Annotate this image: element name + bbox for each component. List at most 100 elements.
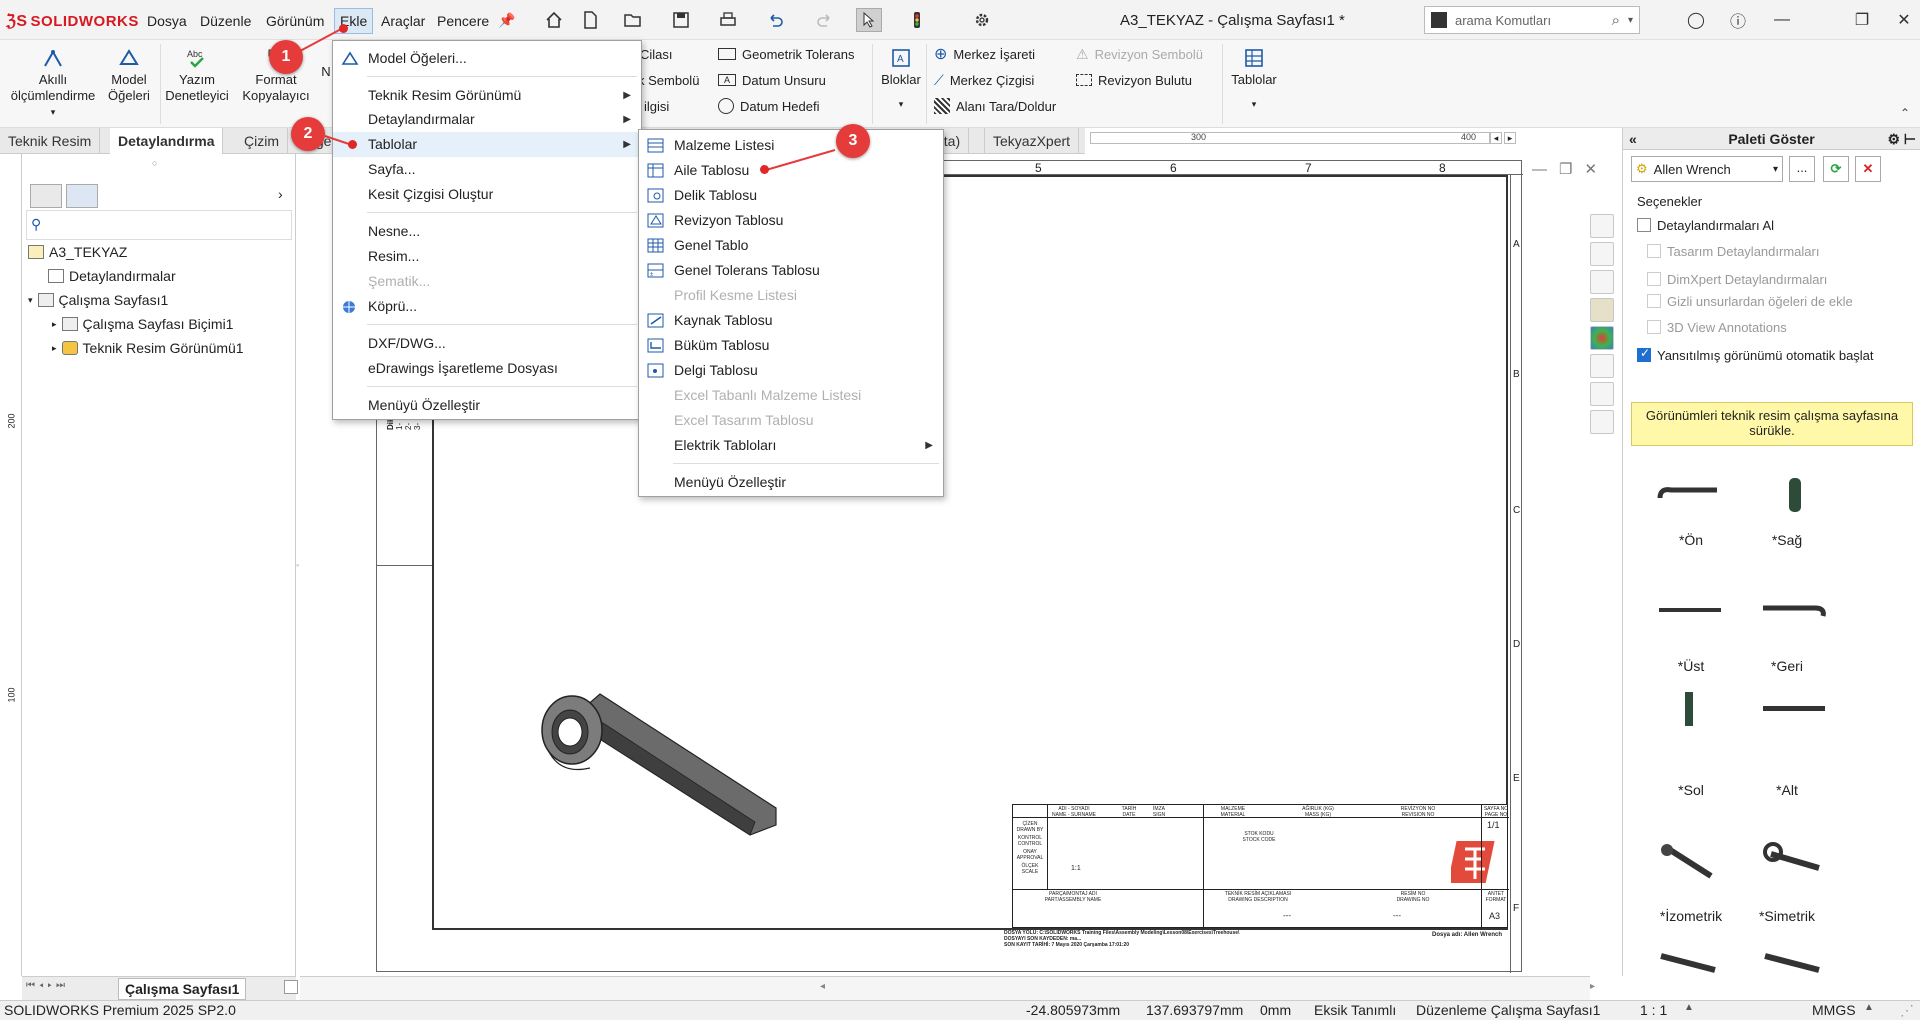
import-annotations-checkbox[interactable]: Detaylandırmaları Al (1637, 214, 1774, 236)
menu-item-excel-design-table[interactable]: Excel Tasarım Tablosu (639, 408, 943, 433)
surface-finish-button[interactable]: Cilası (640, 44, 673, 64)
close-view-icon[interactable]: ✕ (1584, 161, 1609, 178)
scroll-right-icon[interactable]: ▸ (1590, 981, 1595, 992)
menu-item-sheet[interactable]: Sayfa... (333, 157, 641, 182)
menu-item-general-tolerance-table[interactable]: ± Genel Tolerans Tablosu (639, 258, 943, 283)
checkbox-box[interactable] (1647, 244, 1661, 258)
blocks-button[interactable]: A Bloklar ▾ (876, 46, 926, 112)
view-palette-tab-icon[interactable] (1590, 298, 1614, 322)
menu-gorunum[interactable]: Görünüm (261, 13, 329, 29)
3d-view-annotations-checkbox[interactable]: 3D View Annotations (1647, 316, 1787, 338)
tree-root[interactable]: A3_TEKYAZ (28, 242, 127, 262)
chevron-down-icon[interactable]: ▾ (876, 96, 926, 112)
spell-checker-button[interactable]: Abc Yazım Denetleyici (164, 46, 230, 104)
ruler-scroll-left-icon[interactable]: ◂ (1490, 132, 1502, 144)
front-view-thumb[interactable] (1655, 478, 1725, 518)
home-icon[interactable] (541, 8, 567, 32)
menu-item-schematic[interactable]: Şematik... (333, 269, 641, 294)
edit-mode[interactable]: Düzenleme Çalışma Sayfası1 (1416, 1002, 1600, 1018)
centerline-button[interactable]: ⟋ Merkez Çizgisi (934, 70, 1034, 90)
pin-icon[interactable]: ⊢ (1904, 128, 1916, 150)
open-folder-icon[interactable] (620, 8, 646, 32)
search-icon[interactable]: ⌕ (1612, 12, 1620, 29)
menu-item-bom[interactable]: Malzeme Listesi (639, 133, 943, 158)
menu-item-annotations[interactable]: Detaylandırmalar ▶ (333, 107, 641, 132)
pin-icon[interactable]: 📌 (498, 12, 515, 29)
menu-araclar[interactable]: Araçlar (376, 13, 430, 29)
resize-grip-icon[interactable]: ⋰ (1900, 1002, 1914, 1019)
menu-item-bend-table[interactable]: Büküm Tablosu (639, 333, 943, 358)
new-document-icon[interactable] (577, 8, 603, 32)
tree-item-sheet1[interactable]: ▾ Çalışma Sayfası1 (28, 290, 168, 310)
design-library-tab-icon[interactable] (1590, 270, 1614, 294)
featuremanager-tab-icon[interactable] (30, 184, 62, 208)
revision-cloud-button[interactable]: Revizyon Bulutu (1076, 70, 1192, 90)
geometric-tolerance-button[interactable]: Geometrik Tolerans (718, 44, 854, 64)
ruler-scroll-right-icon[interactable]: ▸ (1504, 132, 1516, 144)
filter-icon[interactable]: ⚲ (31, 216, 41, 233)
close-icon[interactable]: ✕ (1892, 8, 1916, 32)
tab-detaylandirma[interactable]: Detaylandırma (110, 128, 224, 154)
checkbox-box-checked[interactable]: ✓ (1637, 346, 1651, 362)
menu-item-section-line[interactable]: Kesit Çizgisi Oluştur (333, 182, 641, 207)
filter-bar[interactable]: ⚲ (26, 210, 292, 240)
info-button[interactable]: ilgisi (644, 96, 669, 116)
datum-feature-button[interactable]: A Datum Unsuru (718, 70, 826, 90)
design-annotations-checkbox[interactable]: Tasarım Detaylandırmaları (1647, 240, 1819, 262)
model-select[interactable]: ⚙ Allen Wrench ▾ (1631, 156, 1783, 182)
property-manager-tab-icon[interactable] (66, 184, 98, 208)
tab-teknik-resim[interactable]: Teknik Resim (0, 128, 101, 154)
menu-item-general-table[interactable]: Genel Tablo (639, 233, 943, 258)
tree-item-annotations[interactable]: Detaylandırmalar (48, 266, 176, 286)
hidden-features-checkbox[interactable]: Gizli unsurlardan öğeleri de ekle (1647, 290, 1853, 312)
collapse-ribbon-icon[interactable]: ⌃ (1900, 106, 1910, 120)
menu-item-picture[interactable]: Resim... (333, 244, 641, 269)
trimetric-view-thumb[interactable] (1759, 834, 1829, 884)
left-view-thumb[interactable] (1655, 684, 1725, 734)
menu-item-hole-table[interactable]: Delik Tablosu (639, 183, 943, 208)
tree-item-drawing-view[interactable]: ▸ Teknik Resim Görünümü1 (52, 338, 244, 358)
menu-item-object[interactable]: Nesne... (333, 219, 641, 244)
menu-item-drawing-view[interactable]: Teknik Resim Görünümü ▶ (333, 83, 641, 108)
area-hatch-button[interactable]: Alanı Tara/Doldur (934, 96, 1056, 116)
units-up-icon[interactable]: ▲ (1864, 1002, 1874, 1013)
menu-item-edrawings-markup[interactable]: eDrawings İşaretleme Dosyası (333, 356, 641, 381)
title-block[interactable]: ADI - SOYADI NAME - SURNAME TARİH DATE İMZ… (1012, 804, 1509, 929)
restore-icon[interactable]: ❐ (1850, 8, 1874, 32)
tree-item-sheet-format[interactable]: ▸ Çalışma Sayfası Biçimi1 (52, 314, 233, 334)
traffic-light-icon[interactable] (904, 8, 930, 32)
menu-item-cut-list[interactable]: Profil Kesme Listesi (639, 283, 943, 308)
scroll-left-icon[interactable]: ◂ (820, 981, 825, 992)
menu-item-weld-table[interactable]: Kaynak Tablosu (639, 308, 943, 333)
center-mark-button[interactable]: ⊕ Merkez İşareti (934, 44, 1035, 64)
gear-icon[interactable]: ⚙ (1887, 128, 1900, 150)
home-tab-icon[interactable] (1590, 214, 1614, 238)
appearances-tab-icon[interactable] (1590, 326, 1614, 350)
datum-target-button[interactable]: Datum Hedefi (718, 96, 819, 116)
chevron-down-icon[interactable]: ▾ (1628, 15, 1633, 26)
chevron-down-icon[interactable]: ▾ (1226, 96, 1282, 112)
menu-item-customize-menu[interactable]: Menüyü Özelleştir (333, 393, 641, 418)
chat-tab-icon[interactable] (1590, 410, 1614, 434)
menu-item-model-items[interactable]: Model Öğeleri... (333, 46, 641, 71)
checkbox-box[interactable] (1647, 294, 1661, 308)
sheet-nav-arrows-icon[interactable]: ⏮◂▸⏭ (26, 980, 69, 991)
weld-symbol-button[interactable]: k Sembolü (638, 70, 699, 90)
extra-view-thumb[interactable] (1655, 946, 1725, 974)
panel-grip[interactable]: ○ (152, 158, 157, 168)
solidworks-logo[interactable]: ℨS SOLIDWORKS (6, 11, 139, 31)
menu-dosya[interactable]: Dosya (142, 13, 192, 29)
view-window-controls[interactable]: —❐✕ (1532, 160, 1609, 178)
auto-projected-view-checkbox[interactable]: ✓ Yansıtılmış görünümü otomatik başlat (1637, 344, 1874, 366)
sheet-tab-active[interactable]: Çalışma Sayfası1 (118, 978, 247, 1000)
help-icon[interactable]: ⓘ (1726, 8, 1750, 32)
tab-cizim[interactable]: Çizim (236, 128, 288, 154)
menu-item-design-table[interactable]: Aile Tablosu (639, 158, 943, 183)
clear-icon[interactable]: ✕ (1855, 156, 1881, 182)
undo-icon[interactable] (762, 8, 788, 32)
minimize-view-icon[interactable]: — (1532, 161, 1559, 178)
menu-item-hyperlink[interactable]: Köprü... (333, 294, 641, 319)
unit-system[interactable]: MMGS (1812, 1002, 1856, 1018)
menu-pencere[interactable]: Pencere (432, 13, 494, 29)
expand-arrow-icon[interactable]: ▸ (52, 319, 57, 330)
